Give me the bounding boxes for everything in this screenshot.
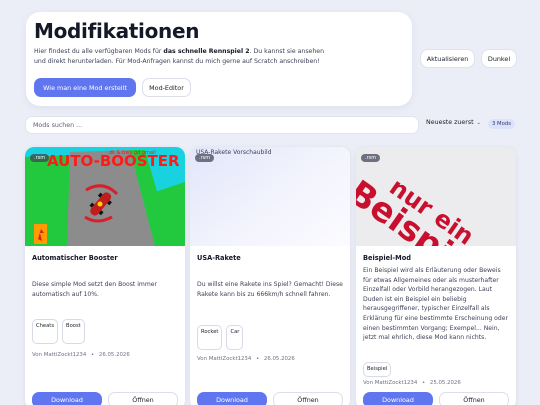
- tag-chip[interactable]: Car: [226, 325, 244, 350]
- hero-actions: Wie man eine Mod erstellt Mod-Editor: [34, 78, 191, 97]
- meta-separator: •: [422, 380, 426, 386]
- open-button[interactable]: Öffnen: [273, 392, 343, 405]
- date: 26.05.2026: [263, 356, 295, 362]
- chevron-down-icon: ⌄: [476, 119, 481, 126]
- tag-chip[interactable]: Beispiel: [363, 362, 392, 377]
- mod-card-beispiel-mod: nur ein Beispiel .rsm Beispiel-Mod Ein B…: [356, 147, 516, 405]
- tag-list: Cheats Boost: [32, 319, 85, 344]
- hero-panel: Modifikationen Hier findest du alle verf…: [26, 12, 412, 106]
- card-actions: Download Öffnen: [32, 392, 178, 405]
- mod-title: USA-Rakete: [197, 254, 241, 262]
- tag-chip[interactable]: Boost: [62, 319, 85, 344]
- author: Von MattiZockt1234: [197, 356, 252, 362]
- mod-description: Du willst eine Rakete ins Spiel? Gemacht…: [197, 281, 343, 298]
- mod-title: Automatischer Booster: [32, 254, 118, 262]
- author: Von MattiZockt1234: [32, 352, 87, 358]
- mod-description: Diese simple Mod setzt den Boost immer a…: [32, 281, 158, 298]
- mod-meta: Von MattiZockt1234 • 26.05.2026: [197, 356, 295, 362]
- download-button[interactable]: Download: [32, 392, 102, 405]
- file-type-badge: .rsm: [361, 154, 381, 162]
- mod-meta: Von MattiZockt1234 • 25.05.2026: [363, 380, 461, 386]
- mod-title: Beispiel-Mod: [363, 254, 411, 262]
- how-to-create-mod-button[interactable]: Wie man eine Mod erstellt: [34, 78, 136, 97]
- file-type-badge: .rsm: [30, 154, 50, 162]
- card-actions: Download Öffnen: [363, 392, 509, 405]
- theme-toggle-button[interactable]: Dunkel: [481, 49, 517, 68]
- meta-separator: •: [91, 352, 95, 358]
- card-actions: Download Öffnen: [197, 392, 343, 405]
- author: Von MattiZockt1234: [363, 380, 418, 386]
- mod-card-usa-rakete: USA-Rakete Vorschaubild .rsm USA-Rakete …: [190, 147, 350, 405]
- top-right-actions: Aktualisieren Dunkel: [420, 49, 517, 68]
- open-button[interactable]: Öffnen: [108, 392, 178, 405]
- sort-select[interactable]: Neueste zuerst ⌄: [426, 119, 481, 126]
- mod-card-auto-booster: dk & bwy gd gmail AUTO-BOOSTER .rsm Auto…: [25, 147, 185, 405]
- tag-list: Rocket Car: [197, 325, 244, 350]
- search-placeholder: Mods suchen ...: [33, 121, 83, 129]
- mod-description: Ein Beispiel wird als Erläuterung oder B…: [363, 267, 509, 342]
- image-title-text: AUTO-BOOSTER: [47, 152, 180, 170]
- mod-count-badge: 3 Mods: [488, 119, 515, 129]
- page-title: Modifikationen: [34, 19, 200, 43]
- tag-list: Beispiel: [363, 362, 392, 377]
- tag-chip[interactable]: Cheats: [32, 319, 59, 344]
- tag-chip[interactable]: Rocket: [197, 325, 223, 350]
- download-button[interactable]: Download: [197, 392, 267, 405]
- meta-separator: •: [256, 356, 260, 362]
- mod-editor-button[interactable]: Mod-Editor: [142, 78, 191, 97]
- hero-description: Hier findest du alle verfügbaren Mods fü…: [34, 47, 324, 66]
- auto-booster-image: dk & bwy gd gmail AUTO-BOOSTER: [25, 147, 185, 246]
- hero-desc-part-a: Hier findest du alle verfügbaren Mods fü…: [34, 48, 164, 55]
- mod-thumbnail: dk & bwy gd gmail AUTO-BOOSTER: [25, 147, 185, 246]
- file-type-badge: .rsm: [195, 154, 215, 162]
- date: 25.05.2026: [429, 380, 461, 386]
- mod-thumbnail: USA-Rakete Vorschaubild: [190, 147, 350, 246]
- refresh-button[interactable]: Aktualisieren: [420, 49, 475, 68]
- download-button[interactable]: Download: [363, 392, 433, 405]
- hero-desc-game-name: das schnelle Rennspiel 2: [163, 48, 250, 55]
- mod-meta: Von MattiZockt1234 • 26.05.2026: [32, 352, 130, 358]
- search-input[interactable]: Mods suchen ...: [25, 116, 419, 134]
- sort-label: Neueste zuerst: [426, 119, 474, 126]
- open-button[interactable]: Öffnen: [439, 392, 509, 405]
- date: 26.05.2026: [98, 352, 130, 358]
- beispiel-image: nur ein Beispiel: [356, 147, 516, 246]
- mod-thumbnail: nur ein Beispiel: [356, 147, 516, 246]
